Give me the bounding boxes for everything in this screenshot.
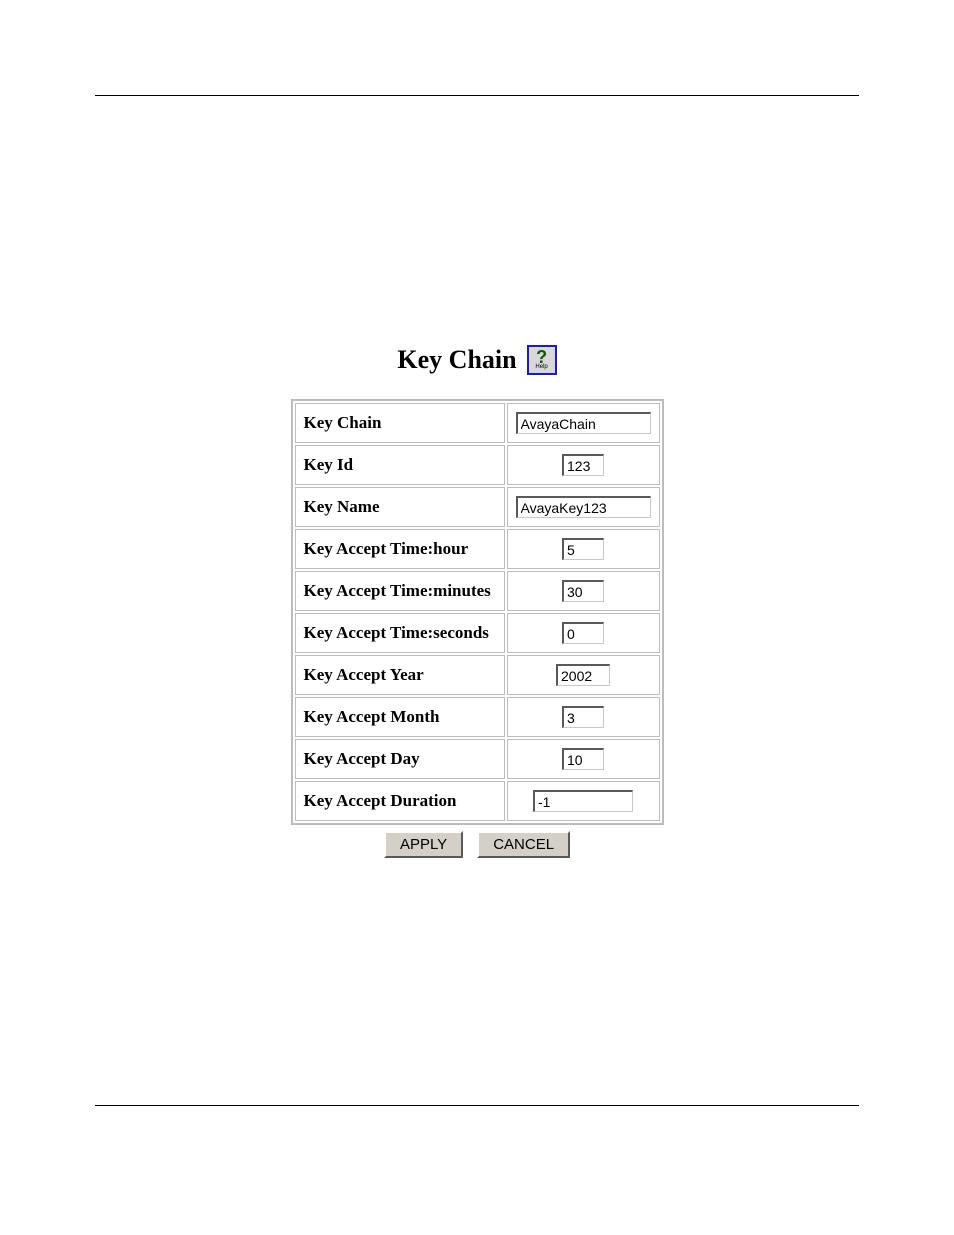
apply-button[interactable]: APPLY xyxy=(384,831,463,858)
accept-day-input[interactable] xyxy=(562,748,604,770)
row-accept-seconds: Key Accept Time:seconds xyxy=(295,613,660,653)
row-key-chain: Key Chain xyxy=(295,403,660,443)
row-accept-hour: Key Accept Time:hour xyxy=(295,529,660,569)
accept-hour-input[interactable] xyxy=(562,538,604,560)
main-content: Key Chain ? Help Key Chain Key Id Key Na… xyxy=(0,345,954,858)
row-accept-day: Key Accept Day xyxy=(295,739,660,779)
cell-accept-hour xyxy=(507,529,660,569)
page-title: Key Chain xyxy=(397,345,516,375)
key-name-input[interactable] xyxy=(516,496,651,518)
key-chain-form-table: Key Chain Key Id Key Name Key Accept Tim… xyxy=(291,399,664,825)
label-accept-month: Key Accept Month xyxy=(295,697,505,737)
accept-month-input[interactable] xyxy=(562,706,604,728)
top-divider xyxy=(95,95,859,96)
cell-accept-duration xyxy=(507,781,660,821)
row-key-name: Key Name xyxy=(295,487,660,527)
cell-accept-month xyxy=(507,697,660,737)
label-key-chain: Key Chain xyxy=(295,403,505,443)
row-accept-minutes: Key Accept Time:minutes xyxy=(295,571,660,611)
cell-accept-day xyxy=(507,739,660,779)
cell-key-name xyxy=(507,487,660,527)
cancel-button[interactable]: CANCEL xyxy=(477,831,570,858)
key-chain-input[interactable] xyxy=(516,412,651,434)
label-accept-minutes: Key Accept Time:minutes xyxy=(295,571,505,611)
cell-key-id xyxy=(507,445,660,485)
help-question-mark: ? xyxy=(536,350,547,364)
accept-minutes-input[interactable] xyxy=(562,580,604,602)
label-accept-hour: Key Accept Time:hour xyxy=(295,529,505,569)
help-icon[interactable]: ? Help xyxy=(527,345,557,375)
accept-year-input[interactable] xyxy=(556,664,610,686)
accept-duration-input[interactable] xyxy=(533,790,633,812)
row-accept-duration: Key Accept Duration xyxy=(295,781,660,821)
cell-accept-seconds xyxy=(507,613,660,653)
cell-key-chain xyxy=(507,403,660,443)
label-accept-duration: Key Accept Duration xyxy=(295,781,505,821)
help-label: Help xyxy=(535,364,547,370)
row-accept-month: Key Accept Month xyxy=(295,697,660,737)
label-accept-year: Key Accept Year xyxy=(295,655,505,695)
label-accept-seconds: Key Accept Time:seconds xyxy=(295,613,505,653)
bottom-divider xyxy=(95,1105,859,1106)
title-row: Key Chain ? Help xyxy=(397,345,556,375)
row-accept-year: Key Accept Year xyxy=(295,655,660,695)
key-id-input[interactable] xyxy=(562,454,604,476)
accept-seconds-input[interactable] xyxy=(562,622,604,644)
label-key-name: Key Name xyxy=(295,487,505,527)
button-row: APPLY CANCEL xyxy=(384,831,570,858)
label-accept-day: Key Accept Day xyxy=(295,739,505,779)
row-key-id: Key Id xyxy=(295,445,660,485)
cell-accept-minutes xyxy=(507,571,660,611)
label-key-id: Key Id xyxy=(295,445,505,485)
cell-accept-year xyxy=(507,655,660,695)
